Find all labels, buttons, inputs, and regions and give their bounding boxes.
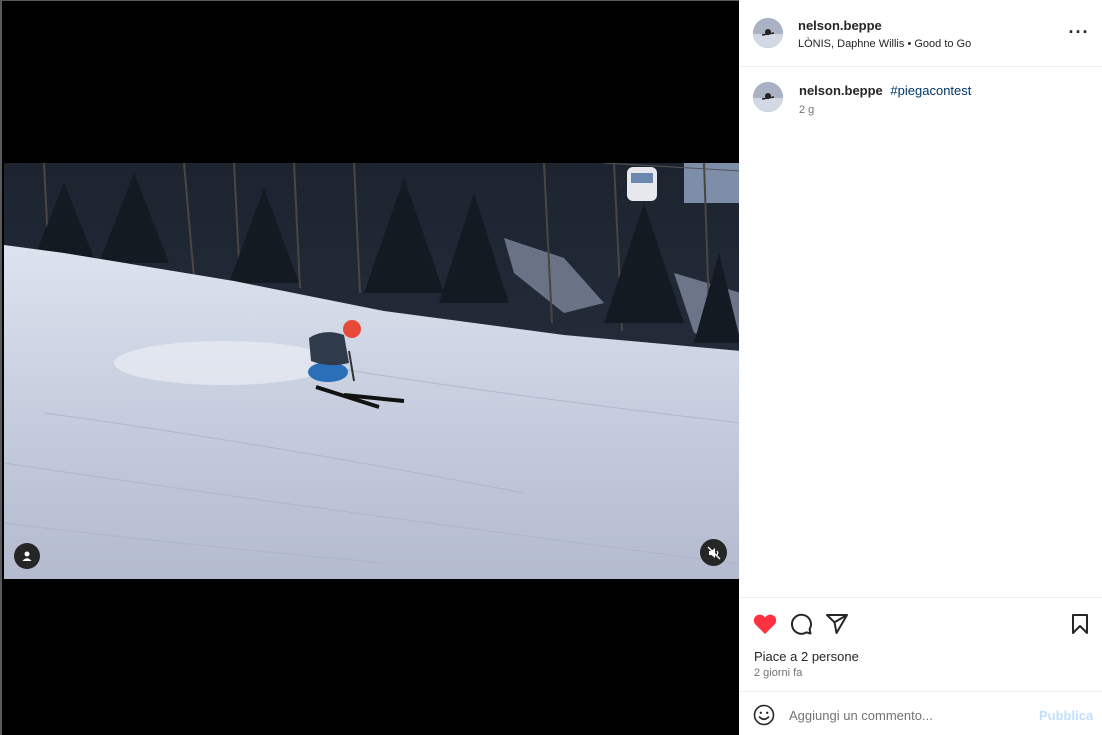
paper-plane-icon [826, 614, 848, 634]
post-actions: Piace a 2 persone 2 giorni fa [739, 597, 1102, 692]
heart-icon [753, 614, 777, 634]
avatar-image [753, 82, 783, 112]
comment-input[interactable] [789, 705, 1029, 725]
like-button[interactable] [753, 612, 777, 636]
audio-track[interactable]: Good to Go [914, 38, 971, 50]
post-sidebar: nelson.beppe LÒNIS, Daphne Willis • Good… [739, 0, 1102, 735]
audio-artists[interactable]: LÒNIS, Daphne Willis [798, 38, 904, 50]
audio-separator: • [907, 38, 912, 50]
mute-toggle-button[interactable] [700, 539, 727, 566]
audio-attribution: LÒNIS, Daphne Willis • Good to Go [798, 38, 971, 50]
video-frame [4, 163, 741, 579]
caption-timestamp: 2 g [799, 104, 815, 116]
author-avatar[interactable] [753, 18, 783, 48]
user-tag-icon [22, 551, 32, 561]
emoji-picker-button[interactable] [753, 704, 775, 726]
save-button[interactable] [1068, 612, 1092, 636]
speech-bubble-icon [790, 613, 812, 635]
post-header: nelson.beppe LÒNIS, Daphne Willis • Good… [739, 0, 1102, 67]
more-options-button[interactable]: ··· [1069, 22, 1089, 42]
video-player[interactable] [4, 163, 741, 579]
avatar-image [753, 18, 783, 48]
tagged-users-button[interactable] [14, 543, 40, 569]
likes-count[interactable]: Piace a 2 persone [754, 649, 859, 664]
author-username[interactable]: nelson.beppe [798, 18, 882, 33]
ellipsis-icon: ··· [1068, 21, 1090, 42]
speaker-muted-icon [707, 546, 720, 559]
bookmark-icon [1072, 614, 1088, 634]
smiley-icon [753, 704, 775, 726]
caption-author-username[interactable]: nelson.beppe [799, 83, 883, 98]
comment-button[interactable] [789, 612, 813, 636]
caption-hashtag[interactable]: #piegacontest [890, 83, 971, 98]
caption-text: nelson.beppe #piegacontest [799, 83, 971, 98]
publish-comment-button[interactable]: Pubblica [1039, 708, 1093, 723]
media-pane [0, 0, 741, 735]
post-timestamp[interactable]: 2 giorni fa [754, 667, 802, 679]
share-button[interactable] [825, 612, 849, 636]
caption-author-avatar[interactable] [753, 82, 783, 112]
comment-composer: Pubblica [739, 691, 1102, 735]
